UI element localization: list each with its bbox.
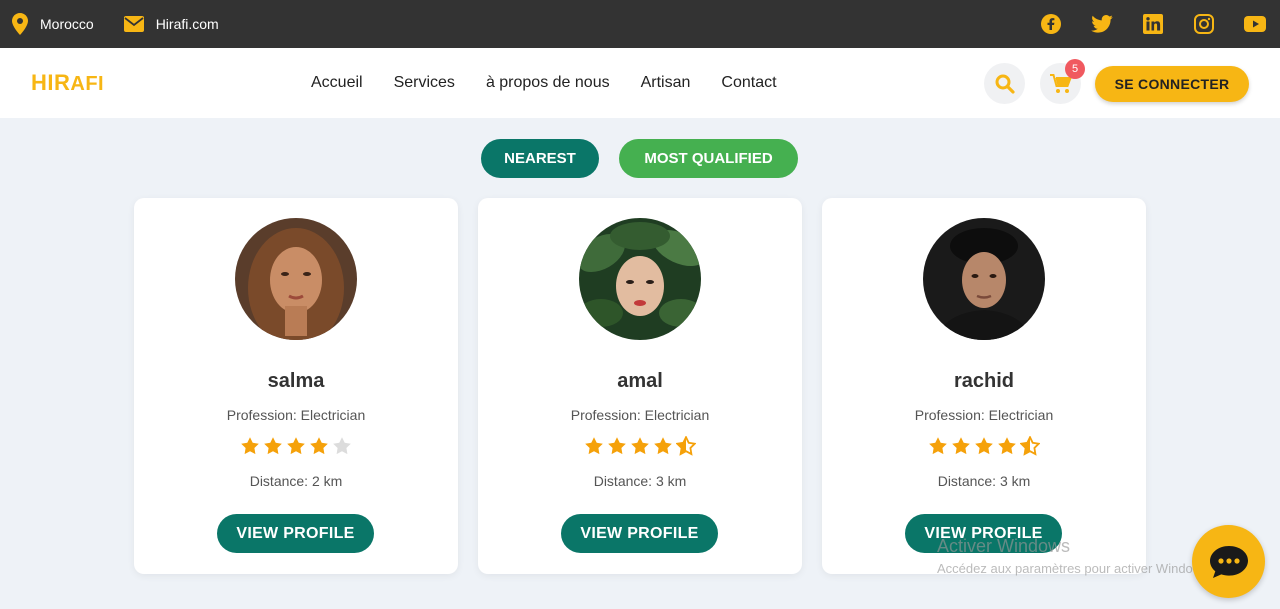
artisan-card: amal Profession: Electrician Distance: 3…	[478, 198, 802, 574]
artisan-card: salma Profession: Electrician Distance: …	[134, 198, 458, 574]
artisan-card: rachid Profession: Electrician Distance:…	[822, 198, 1146, 574]
nav-menu: Accueil Services à propos de nous Artisa…	[311, 74, 777, 92]
logo-part1: HIR	[31, 70, 71, 95]
login-button[interactable]: SE CONNECTER	[1095, 66, 1249, 102]
rating-stars	[478, 436, 802, 456]
star-half-icon	[676, 436, 696, 456]
star-full-icon	[654, 437, 672, 455]
star-full-icon	[929, 437, 947, 455]
star-full-icon	[241, 437, 259, 455]
view-profile-button[interactable]: VIEW PROFILE	[217, 514, 374, 553]
avatar	[235, 218, 357, 340]
star-full-icon	[585, 437, 603, 455]
search-button[interactable]	[984, 63, 1025, 104]
artisan-name: salma	[267, 370, 325, 392]
logo[interactable]: HIRAFI	[31, 70, 104, 96]
chat-button[interactable]	[1192, 525, 1265, 598]
star-full-icon	[264, 437, 282, 455]
star-full-icon	[998, 437, 1016, 455]
artisan-profession: Profession: Electrician	[914, 407, 1054, 423]
star-full-icon	[310, 437, 328, 455]
social-links	[1025, 0, 1280, 48]
search-icon	[995, 74, 1015, 94]
linkedin-icon[interactable]	[1127, 14, 1178, 34]
top-bar: Morocco Hirafi.com	[0, 0, 1280, 48]
email-info: Hirafi.com	[123, 16, 219, 32]
artisan-distance: Distance: 2 km	[249, 473, 343, 489]
windows-watermark-title: Activer Windows	[937, 536, 1071, 556]
filter-nearest-button[interactable]: NEAREST	[481, 139, 599, 178]
artisan-distance: Distance: 3 km	[937, 473, 1031, 489]
star-full-icon	[952, 437, 970, 455]
instagram-icon[interactable]	[1178, 14, 1229, 34]
star-full-icon	[975, 437, 993, 455]
location-text: Morocco	[40, 16, 94, 32]
filter-most-qualified-button[interactable]: MOST QUALIFIED	[619, 139, 798, 178]
map-pin-icon	[12, 13, 28, 35]
star-half-icon	[1020, 436, 1040, 456]
facebook-icon[interactable]	[1025, 14, 1076, 34]
artisan-distance: Distance: 3 km	[593, 473, 687, 489]
main-nav: HIRAFI Accueil Services à propos de nous…	[0, 48, 1280, 118]
artisan-name: amal	[617, 370, 663, 392]
star-full-icon	[631, 437, 649, 455]
envelope-icon	[123, 16, 144, 32]
chat-bubble-icon	[1209, 545, 1248, 578]
star-empty-icon	[333, 437, 351, 455]
nav-item-accueil[interactable]: Accueil	[311, 74, 363, 92]
nav-item-artisan[interactable]: Artisan	[641, 74, 691, 92]
nav-item-about[interactable]: à propos de nous	[486, 74, 610, 92]
rating-stars	[134, 436, 458, 456]
nav-item-contact[interactable]: Contact	[721, 74, 776, 92]
location-info: Morocco	[12, 13, 94, 35]
artisan-profession: Profession: Electrician	[226, 407, 366, 423]
avatar	[923, 218, 1045, 340]
star-full-icon	[287, 437, 305, 455]
star-full-icon	[608, 437, 626, 455]
twitter-icon[interactable]	[1076, 15, 1127, 33]
nav-item-services[interactable]: Services	[394, 74, 455, 92]
artisan-name: rachid	[953, 370, 1015, 392]
rating-stars	[822, 436, 1146, 456]
windows-watermark-subtitle: Accédez aux paramètres pour activer Wind…	[937, 561, 1213, 576]
logo-part2: AFI	[70, 73, 105, 95]
view-profile-button[interactable]: VIEW PROFILE	[561, 514, 718, 553]
email-text: Hirafi.com	[155, 16, 219, 32]
avatar	[579, 218, 701, 340]
artisan-profession: Profession: Electrician	[570, 407, 710, 423]
cart-count-badge: 5	[1065, 59, 1085, 79]
youtube-icon[interactable]	[1229, 16, 1280, 32]
